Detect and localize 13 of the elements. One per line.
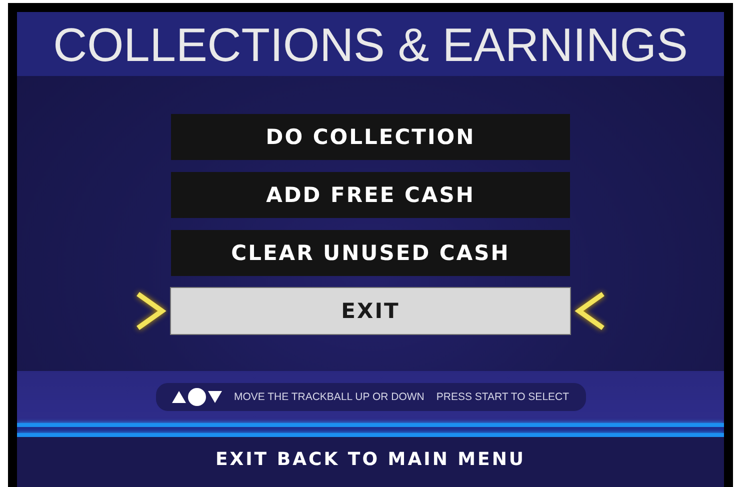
screen-title: COLLECTIONS & EARNINGS [53,16,688,72]
right-chevron-icon [134,291,168,331]
hint-text: PRESS START TO SELECT [436,391,570,403]
up-arrow-icon [172,391,186,403]
menu-option[interactable]: ADD FREE CASH [171,172,570,218]
menu-option[interactable]: EXIT [171,288,570,334]
left-chevron-icon [573,291,607,331]
menu-option[interactable]: DO COLLECTION [171,114,570,160]
trackball-icon [188,388,206,406]
hint-text: MOVE THE TRACKBALL UP OR DOWN [234,391,424,403]
menu-option[interactable]: CLEAR UNUSED CASH [171,230,570,276]
down-arrow-icon [208,391,222,403]
footer-hint: EXIT BACK TO MAIN MENU [215,448,526,470]
